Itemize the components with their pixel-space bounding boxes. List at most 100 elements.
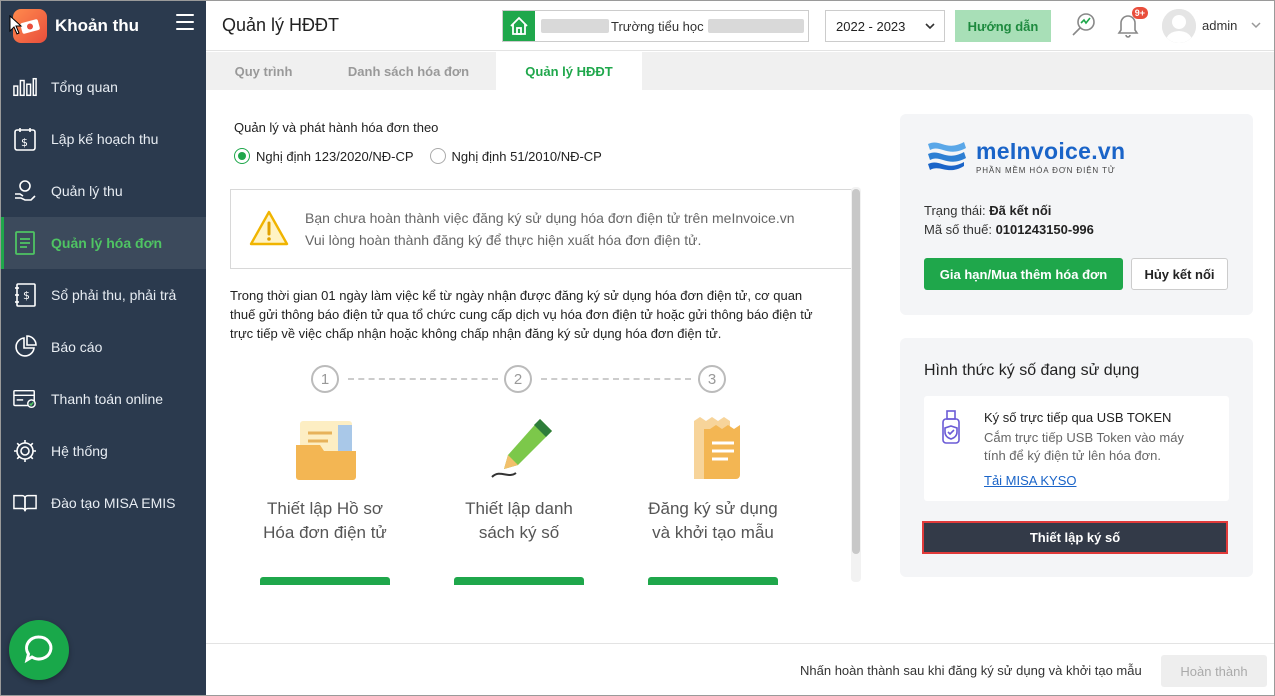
- redacted-text: [707, 19, 804, 33]
- sidebar-item-collection[interactable]: Quản lý thu: [1, 165, 206, 217]
- scrollbar-thumb[interactable]: [852, 189, 860, 554]
- step-number: 3: [698, 365, 726, 393]
- meinvoice-wave-icon: [924, 136, 970, 177]
- step-label: Thiết lập danh sách ký số: [434, 497, 604, 545]
- sidebar-item-label: Thanh toán online: [51, 391, 164, 407]
- chevron-down-icon[interactable]: [1250, 19, 1262, 34]
- step-3-action-button[interactable]: [648, 577, 778, 585]
- warning-line-2: Vui lòng hoàn thành đăng ký để thực hiện…: [305, 232, 702, 248]
- tab-process[interactable]: Quy trình: [206, 52, 321, 90]
- decree-question: Quản lý và phát hành hóa đơn theo: [234, 120, 439, 135]
- disconnect-button[interactable]: Hủy kết nối: [1131, 258, 1228, 290]
- chat-icon: [23, 633, 55, 668]
- connection-status: Trạng thái: Đã kết nối: [924, 203, 1051, 218]
- sidebar-item-invoice[interactable]: Quản lý hóa đơn: [1, 217, 206, 269]
- chat-button[interactable]: [9, 620, 69, 680]
- signature-method-desc: Cắm trực tiếp USB Token vào máy tính để …: [984, 430, 1184, 463]
- sidebar-item-plan[interactable]: $ Lập kế hoạch thu: [1, 113, 206, 165]
- meinvoice-logo: meInvoice.vn PHẦN MỀM HÓA ĐƠN ĐIỆN TỬ: [924, 136, 1125, 177]
- receipt-icon: [682, 415, 752, 485]
- signature-method-name: Ký số trực tiếp qua USB TOKEN: [984, 410, 1172, 425]
- avatar[interactable]: [1162, 9, 1196, 43]
- status-value: Đã kết nối: [989, 203, 1052, 218]
- username[interactable]: admin: [1202, 18, 1237, 33]
- step-label: Thiết lập Hồ sơ Hóa đơn điện tử: [240, 497, 410, 545]
- decree-123-radio[interactable]: [234, 148, 250, 164]
- status-label: Trạng thái:: [924, 203, 986, 218]
- book-icon: [13, 491, 37, 515]
- tab-invoice-list[interactable]: Danh sách hóa đơn: [321, 52, 496, 90]
- step-2-action-button[interactable]: [454, 577, 584, 585]
- warning-line-1: Bạn chưa hoàn thành việc đăng ký sử dụng…: [305, 210, 795, 226]
- step-number: 1: [311, 365, 339, 393]
- notification-badge: 9+: [1131, 7, 1148, 19]
- sidebar-item-ledger[interactable]: $ Sổ phải thu, phải trả: [1, 269, 206, 321]
- school-selector[interactable]: Trường tiểu học: [502, 10, 809, 42]
- content-scrollbar[interactable]: [851, 187, 861, 582]
- guide-button[interactable]: Hướng dẫn: [955, 10, 1051, 42]
- signature-card-title: Hình thức ký số đang sử dụng: [924, 362, 1140, 379]
- renew-invoice-button[interactable]: Gia hạn/Mua thêm hóa đơn: [924, 258, 1123, 290]
- pen-signature-icon: [488, 415, 558, 485]
- tax-code: Mã số thuế: 0101243150-996: [924, 222, 1094, 237]
- tab-bar: Quy trình Danh sách hóa đơn Quản lý HĐĐT: [206, 52, 1274, 90]
- sidebar-item-overview[interactable]: Tổng quan: [1, 61, 206, 113]
- tab-e-invoice-management[interactable]: Quản lý HĐĐT: [496, 52, 642, 90]
- sidebar-item-online-payment[interactable]: Thanh toán online: [1, 373, 206, 425]
- setup-steps: 1 2 3 Thiết lập Hồ sơ Hóa đơn điện tử Th…: [230, 365, 830, 585]
- step-label-line: và khởi tạo mẫu: [652, 523, 774, 542]
- footer-bar: Nhấn hoàn thành sau khi đăng ký sử dụng …: [206, 643, 1274, 695]
- finish-button[interactable]: Hoàn thành: [1161, 655, 1267, 687]
- school-year-value: 2022 - 2023: [836, 18, 906, 34]
- step-1-action-button[interactable]: [260, 577, 390, 585]
- school-year-select[interactable]: 2022 - 2023: [825, 10, 945, 42]
- step-number: 2: [504, 365, 532, 393]
- sidebar-item-training[interactable]: Đào tạo MISA EMIS: [1, 477, 206, 529]
- invoice-icon: [13, 231, 37, 255]
- tax-label: Mã số thuế:: [924, 222, 992, 237]
- step-connector: [541, 378, 691, 380]
- sidebar: Khoản thu Tổng quan $ Lập kế hoạch thu Q…: [1, 1, 206, 695]
- step-label-line: Thiết lập danh: [465, 499, 573, 518]
- notification-bell-icon[interactable]: 9+: [1114, 7, 1148, 39]
- sidebar-item-label: Quản lý thu: [51, 183, 123, 199]
- search-tool-icon[interactable]: [1070, 11, 1098, 39]
- warning-triangle-icon: [249, 210, 289, 249]
- home-icon[interactable]: [503, 11, 535, 41]
- menu-toggle-icon[interactable]: [176, 14, 194, 30]
- sidebar-item-label: Báo cáo: [51, 339, 103, 355]
- sidebar-item-label: Lập kế hoạch thu: [51, 131, 159, 147]
- step-label-line: Hóa đơn điện tử: [263, 523, 387, 542]
- redacted-text: [541, 19, 609, 33]
- pie-chart-icon: [13, 335, 37, 359]
- sidebar-item-label: Hệ thống: [51, 443, 108, 459]
- setup-signature-button[interactable]: Thiết lập ký số: [922, 521, 1228, 554]
- decree-51-radio[interactable]: [429, 148, 446, 164]
- warning-alert: Bạn chưa hoàn thành việc đăng ký sử dụng…: [230, 189, 852, 269]
- top-header: Quản lý HĐĐT Trường tiểu học 2022 - 2023…: [206, 1, 1274, 51]
- sidebar-item-label: Sổ phải thu, phải trả: [51, 287, 177, 303]
- decree-51-label[interactable]: Nghị định 51/2010/NĐ-CP: [452, 149, 602, 164]
- sidebar-item-system[interactable]: Hệ thống: [1, 425, 206, 477]
- step-connector: [348, 378, 498, 380]
- decree-radio-group: Nghị định 123/2020/NĐ-CP Nghị định 51/20…: [234, 148, 602, 164]
- sidebar-item-label: Quản lý hóa đơn: [51, 235, 163, 251]
- app-title: Khoản thu: [55, 16, 140, 35]
- decree-123-label[interactable]: Nghị định 123/2020/NĐ-CP: [256, 149, 414, 164]
- signature-method-box: Ký số trực tiếp qua USB TOKEN Cắm trực t…: [924, 396, 1229, 501]
- page-title: Quản lý HĐĐT: [222, 15, 340, 35]
- sidebar-item-reports[interactable]: Báo cáo: [1, 321, 206, 373]
- step-label: Đăng ký sử dụng và khởi tạo mẫu: [628, 497, 798, 545]
- info-paragraph: Trong thời gian 01 ngày làm việc kể từ n…: [230, 288, 813, 341]
- main-content: Quản lý và phát hành hóa đơn theo Nghị đ…: [206, 90, 1274, 643]
- mouse-cursor-icon: [9, 14, 23, 38]
- sidebar-item-label: Đào tạo MISA EMIS: [51, 495, 176, 511]
- gear-icon: [13, 439, 37, 463]
- download-kyso-link[interactable]: Tải MISA KYSO: [984, 473, 1076, 488]
- usb-token-icon: [940, 410, 966, 449]
- bar-chart-icon: [13, 75, 37, 99]
- meinvoice-card: meInvoice.vn PHẦN MỀM HÓA ĐƠN ĐIỆN TỬ Tr…: [900, 114, 1253, 315]
- step-label-line: sách ký số: [478, 523, 560, 542]
- sidebar-nav: Tổng quan $ Lập kế hoạch thu Quản lý thu…: [1, 61, 206, 529]
- step-label-line: Đăng ký sử dụng: [648, 499, 778, 518]
